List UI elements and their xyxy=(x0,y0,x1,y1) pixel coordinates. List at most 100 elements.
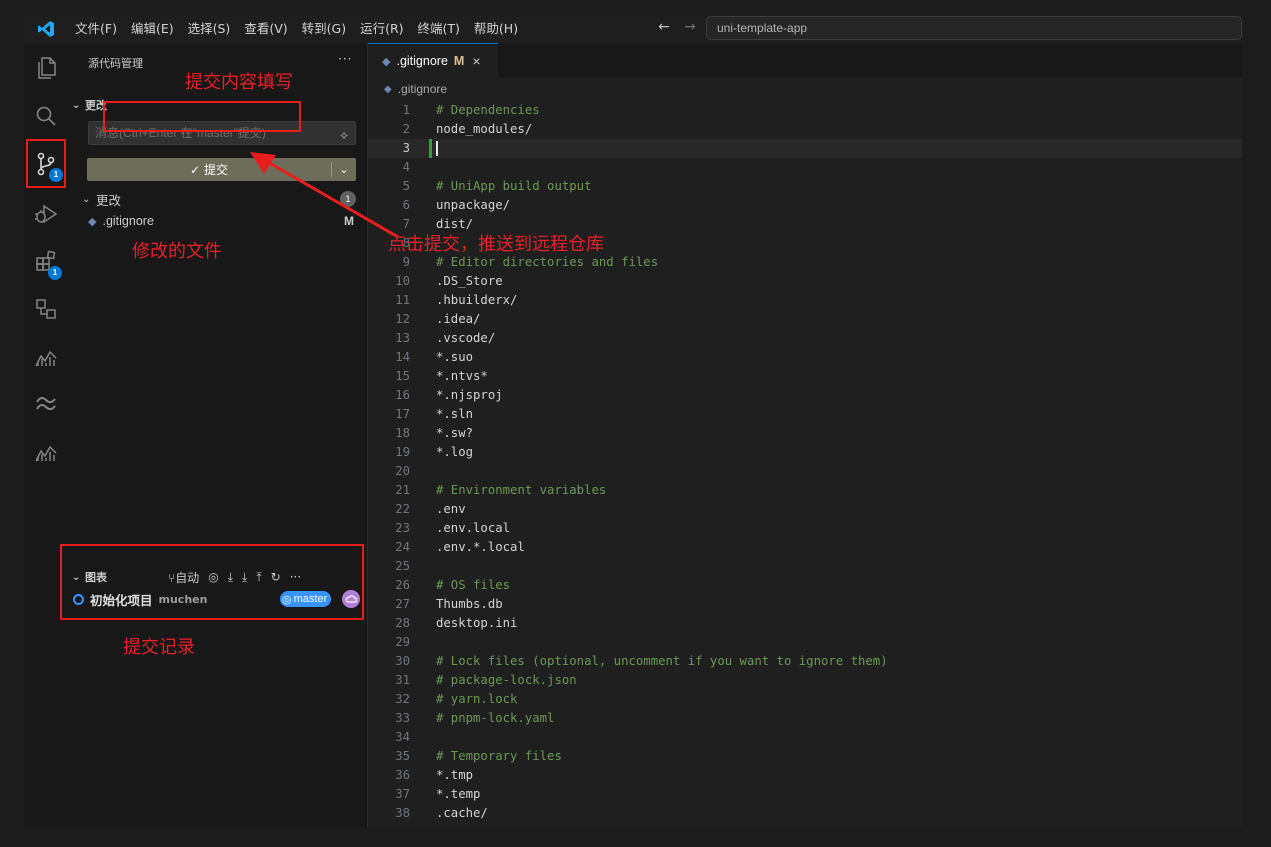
line-number: 4 xyxy=(402,160,410,174)
line-text: *.temp xyxy=(436,787,481,801)
code-line[interactable]: 20 xyxy=(368,462,1242,481)
code-line[interactable]: 37 *.temp xyxy=(368,785,1242,804)
menu-file[interactable]: 文件(F) xyxy=(68,15,124,43)
line-text: *.sln xyxy=(436,407,474,421)
chart-icon[interactable] xyxy=(24,335,68,379)
file-icon: ◆ xyxy=(88,215,97,228)
breadcrumb-item[interactable]: .gitignore xyxy=(398,82,447,96)
line-number: 10 xyxy=(395,274,410,288)
code-line[interactable]: 31 # package-lock.json xyxy=(368,671,1242,690)
changes-group[interactable]: ⌄ 更改 1 xyxy=(82,189,358,209)
editor-tab-gitignore[interactable]: ◆ .gitignore M × xyxy=(368,43,498,78)
code-line[interactable]: 29 xyxy=(368,633,1242,652)
line-number: 28 xyxy=(395,616,410,630)
command-center-search[interactable]: uni-template-app xyxy=(706,16,1242,40)
changes-group-label: 更改 xyxy=(96,192,122,208)
line-number: 11 xyxy=(395,293,410,307)
forward-arrow-icon[interactable]: → xyxy=(680,19,700,35)
code-line[interactable]: 32 # yarn.lock xyxy=(368,690,1242,709)
code-line[interactable]: 35 # Temporary files xyxy=(368,747,1242,766)
code-line[interactable]: 34 xyxy=(368,728,1242,747)
remote-explorer-icon[interactable] xyxy=(24,287,68,331)
close-icon[interactable]: × xyxy=(472,53,480,69)
line-number: 14 xyxy=(395,350,410,364)
line-number: 36 xyxy=(395,768,410,782)
code-line[interactable]: 26 # OS files xyxy=(368,576,1242,595)
tab-modified-badge: M xyxy=(453,54,465,68)
line-text: # package-lock.json xyxy=(436,673,577,687)
code-line[interactable]: 5 # UniApp build output xyxy=(368,177,1242,196)
code-line[interactable]: 14 *.suo xyxy=(368,348,1242,367)
line-text: # UniApp build output xyxy=(436,179,592,193)
code-line[interactable]: 12 .idea/ xyxy=(368,310,1242,329)
extensions-icon[interactable]: 1 xyxy=(24,239,68,283)
line-text: *.njsproj xyxy=(436,388,503,402)
vscode-window: 文件(F) 编辑(E) 选择(S) 查看(V) 转到(G) 运行(R) 终端(T… xyxy=(24,15,1242,827)
extensions-badge: 1 xyxy=(48,266,62,280)
code-line[interactable]: 21 # Environment variables xyxy=(368,481,1242,500)
code-line[interactable]: 27 Thumbs.db xyxy=(368,595,1242,614)
code-line[interactable]: 38 .cache/ xyxy=(368,804,1242,823)
code-line[interactable]: 33 # pnpm-lock.yaml xyxy=(368,709,1242,728)
code-line[interactable]: 15 *.ntvs* xyxy=(368,367,1242,386)
line-number: 38 xyxy=(395,806,410,820)
code-line[interactable]: 17 *.sln xyxy=(368,405,1242,424)
line-number: 15 xyxy=(395,369,410,383)
run-debug-icon[interactable] xyxy=(24,192,68,236)
line-text: *.log xyxy=(436,445,474,459)
chart-icon[interactable] xyxy=(24,430,68,474)
title-bar: 文件(F) 编辑(E) 选择(S) 查看(V) 转到(G) 运行(R) 终端(T… xyxy=(24,15,1242,43)
code-line[interactable]: 36 *.tmp xyxy=(368,766,1242,785)
annotation-modified-files: 修改的文件 xyxy=(132,241,222,262)
code-line[interactable]: 4 xyxy=(368,158,1242,177)
code-line[interactable]: 1 # Dependencies xyxy=(368,101,1242,120)
line-number: 25 xyxy=(395,559,410,573)
line-text: # yarn.lock xyxy=(436,692,518,706)
code-editor[interactable]: 1 # Dependencies 2 node_modules/3 4 5 # UniApp… xyxy=(368,101,1242,823)
commit-button-label: 提交 xyxy=(204,163,229,177)
code-line[interactable]: 16 *.njsproj xyxy=(368,386,1242,405)
line-text: .hbuilderx/ xyxy=(436,293,518,307)
source-control-sidebar: 源代码管理 ··· ⌄ 更改 消息(Ctrl+Enter 在"master"提交… xyxy=(68,43,368,827)
back-arrow-icon[interactable]: ← xyxy=(654,19,674,35)
code-line[interactable]: 2 node_modules/ xyxy=(368,120,1242,139)
search-icon[interactable] xyxy=(24,94,68,138)
code-line[interactable]: 24 .env.*.local xyxy=(368,538,1242,557)
code-line[interactable]: 18 *.sw? xyxy=(368,424,1242,443)
code-line[interactable]: 25 xyxy=(368,557,1242,576)
line-text: node_modules/ xyxy=(436,122,533,136)
code-line[interactable]: 28 desktop.ini xyxy=(368,614,1242,633)
line-number: 6 xyxy=(402,198,410,212)
menu-run[interactable]: 运行(R) xyxy=(353,15,410,43)
line-number: 20 xyxy=(395,464,410,478)
code-line[interactable]: 30 # Lock files (optional, uncomment if y… xyxy=(368,652,1242,671)
code-line[interactable]: 13 .vscode/ xyxy=(368,329,1242,348)
changed-file-item[interactable]: ◆ .gitignore M xyxy=(88,212,358,230)
code-line[interactable]: 3 xyxy=(368,139,1242,158)
menu-view[interactable]: 查看(V) xyxy=(237,15,294,43)
line-number: 29 xyxy=(395,635,410,649)
code-line[interactable]: 22 .env xyxy=(368,500,1242,519)
code-line[interactable]: 23 .env.local xyxy=(368,519,1242,538)
line-text: # pnpm-lock.yaml xyxy=(436,711,555,725)
menu-help[interactable]: 帮助(H) xyxy=(467,15,525,43)
chevron-down-icon: ⌄ xyxy=(72,99,81,111)
code-line[interactable]: 10 .DS_Store xyxy=(368,272,1242,291)
code-line[interactable]: 19 *.log xyxy=(368,443,1242,462)
explorer-icon[interactable] xyxy=(24,46,68,90)
menu-edit[interactable]: 编辑(E) xyxy=(124,15,181,43)
commit-dropdown-icon[interactable]: ⌄ xyxy=(332,163,356,176)
more-actions-icon[interactable]: ··· xyxy=(338,52,352,66)
code-line[interactable]: 11 .hbuilderx/ xyxy=(368,291,1242,310)
line-text: .idea/ xyxy=(436,312,481,326)
code-line[interactable]: 6 unpackage/ xyxy=(368,196,1242,215)
menu-terminal[interactable]: 终端(T) xyxy=(411,15,467,43)
sparkle-icon[interactable]: ✧ xyxy=(339,125,349,144)
line-number: 24 xyxy=(395,540,410,554)
changes-section-header[interactable]: ⌄ 更改 xyxy=(72,97,107,113)
commit-button[interactable]: ✓ 提交 ⌄ xyxy=(87,158,356,181)
tailwind-icon[interactable] xyxy=(24,382,68,426)
line-number: 34 xyxy=(395,730,410,744)
menu-selection[interactable]: 选择(S) xyxy=(181,15,238,43)
menu-go[interactable]: 转到(G) xyxy=(295,15,353,43)
